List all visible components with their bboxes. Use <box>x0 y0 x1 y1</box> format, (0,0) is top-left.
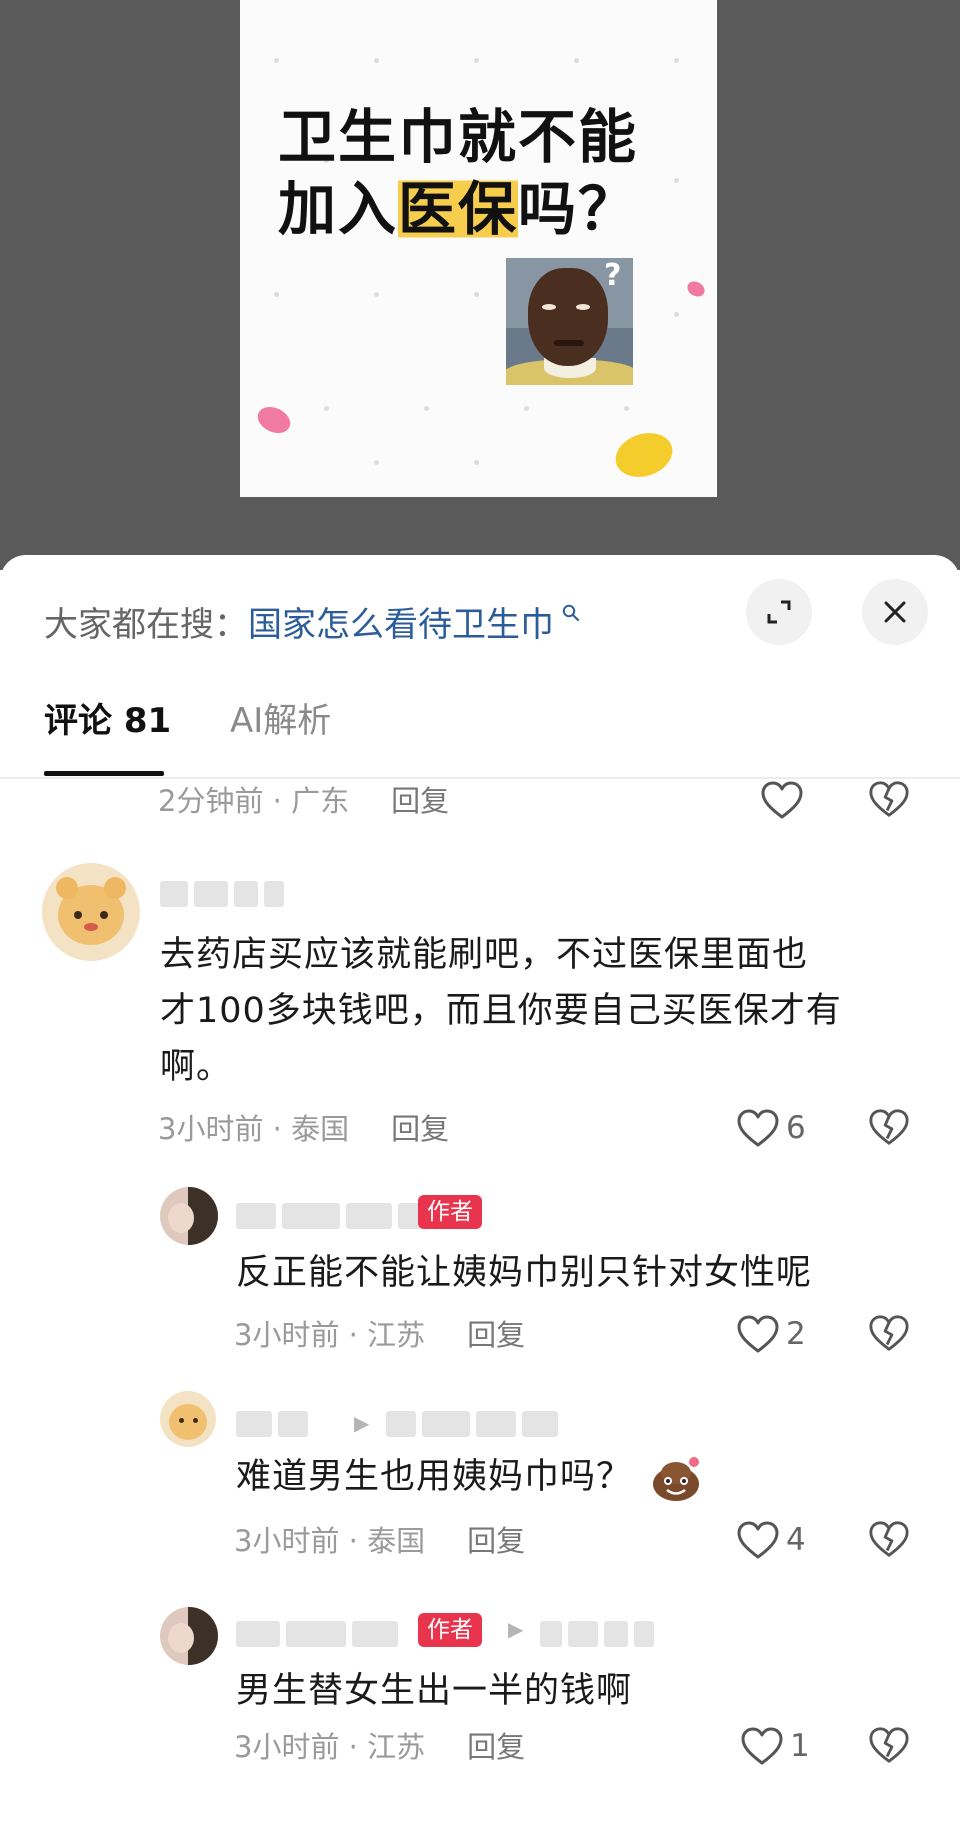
expand-icon <box>767 600 791 624</box>
comment-text: 难道男生也用姨妈巾吗？ <box>236 1449 702 1505</box>
comment-text: 男生替女生出一半的钱啊 <box>236 1671 633 1711</box>
pink-blob-decoration <box>684 278 708 300</box>
like-button[interactable]: 1 <box>740 1723 810 1769</box>
username-blurred[interactable] <box>236 1621 404 1651</box>
comment-meta: 3小时前 · 江苏 回复 <box>234 1730 526 1764</box>
like-count: 1 <box>790 1728 810 1764</box>
yellow-blob-decoration <box>609 426 679 484</box>
comment-line: 啊。 <box>160 1047 233 1087</box>
expand-button[interactable] <box>746 579 812 645</box>
comment-line: 难道男生也用姨妈巾吗？ <box>236 1457 633 1497</box>
like-button[interactable] <box>760 777 804 823</box>
reply-button[interactable]: 回复 <box>391 1112 449 1146</box>
avatar[interactable] <box>160 1391 216 1447</box>
close-icon <box>884 601 906 623</box>
post-title-line-2: 加入医保吗？ <box>278 175 638 243</box>
username-blurred[interactable] <box>540 1621 660 1651</box>
comment-text: 去药店买应该就能刷吧，不过医保里面也 才100多块钱吧，而且你要自己买医保才有 … <box>160 927 842 1095</box>
username-blurred[interactable] <box>160 881 290 911</box>
like-button[interactable]: 2 <box>736 1311 806 1357</box>
comment-location: 江苏 <box>367 1730 426 1764</box>
username-blurred[interactable] <box>236 1203 430 1233</box>
close-button[interactable] <box>862 579 928 645</box>
avatar[interactable] <box>160 1607 218 1665</box>
reply-button[interactable]: 回复 <box>467 1318 525 1352</box>
broken-heart-icon <box>869 1521 909 1557</box>
reply-arrow-icon: ▶ <box>354 1411 370 1435</box>
post-title-text: 加入 <box>278 175 399 243</box>
comment-time: 3小时前 <box>234 1524 340 1558</box>
reply-button[interactable]: 回复 <box>391 784 449 818</box>
divider <box>0 777 960 779</box>
comment-line: 去药店买应该就能刷吧，不过医保里面也 <box>160 935 809 975</box>
comment-time: 3小时前 <box>234 1730 340 1764</box>
dislike-button[interactable] <box>868 1313 910 1353</box>
reply-arrow-icon: ▶ <box>508 1617 524 1641</box>
post-title-highlight: 医保 <box>398 175 519 243</box>
search-icon[interactable] <box>556 603 580 627</box>
tab-comments[interactable]: 评论 81 <box>44 697 171 745</box>
username-blurred[interactable] <box>386 1411 564 1441</box>
like-count: 4 <box>786 1522 806 1558</box>
comment-line: 才100多块钱吧，而且你要自己买医保才有 <box>160 991 842 1031</box>
author-badge: 作者 <box>418 1613 482 1647</box>
tab-ai-analysis[interactable]: AI解析 <box>230 697 331 745</box>
comment-text: 反正能不能让姨妈巾别只针对女性呢 <box>236 1253 813 1293</box>
like-count: 2 <box>786 1316 806 1352</box>
dislike-button[interactable] <box>868 1725 910 1765</box>
heart-icon <box>761 781 803 819</box>
tab-comments-count: 81 <box>123 701 172 741</box>
comment-sheet: 大家都在搜：国家怎么看待卫生巾 评论 81 AI解析 2分钟前 · 广东回复 <box>0 555 960 1825</box>
heart-icon <box>737 1109 779 1147</box>
like-button[interactable]: 6 <box>736 1105 806 1151</box>
broken-heart-icon <box>869 1315 909 1351</box>
comment-time: 2分钟前 <box>158 784 264 818</box>
heart-icon <box>741 1727 783 1765</box>
comment-meta: 2分钟前 · 广东 回复 <box>158 784 450 818</box>
post-image[interactable]: 卫生巾就不能 加入医保吗？ ? <box>240 0 717 497</box>
comment-time: 3小时前 <box>234 1318 340 1352</box>
reply-button[interactable]: 回复 <box>467 1524 525 1558</box>
pink-blob-decoration <box>253 401 295 439</box>
username-blurred[interactable] <box>236 1411 314 1441</box>
broken-heart-icon <box>869 1727 909 1763</box>
heart-icon <box>737 1315 779 1353</box>
comment-location: 广东 <box>291 784 350 818</box>
author-badge: 作者 <box>418 1195 482 1229</box>
question-mark: ? <box>604 258 622 293</box>
trending-search-query[interactable]: 国家怎么看待卫生巾 <box>248 605 554 645</box>
tab-comments-label: 评论 <box>44 701 112 741</box>
meme-photo: ? <box>506 258 633 385</box>
post-title-text-end: 吗？ <box>518 175 639 243</box>
avatar[interactable] <box>160 1187 218 1245</box>
comment-time: 3小时前 <box>158 1112 264 1146</box>
smiling-poop-emoji-icon <box>650 1452 702 1504</box>
comment-location: 江苏 <box>367 1318 426 1352</box>
trending-search[interactable]: 大家都在搜：国家怎么看待卫生巾 <box>44 591 580 645</box>
dislike-button[interactable] <box>868 1107 910 1147</box>
post-title-line-1: 卫生巾就不能 <box>278 103 639 171</box>
avatar[interactable] <box>42 863 140 961</box>
comment-meta: 3小时前 · 江苏 回复 <box>234 1318 526 1352</box>
post-background: 卫生巾就不能 加入医保吗？ ? <box>0 0 960 570</box>
trending-search-prefix: 大家都在搜： <box>44 605 248 645</box>
broken-heart-icon <box>869 781 909 817</box>
active-tab-indicator <box>44 771 164 776</box>
dislike-button[interactable] <box>868 779 910 819</box>
comment-location: 泰国 <box>291 1112 350 1146</box>
comment-meta: 3小时前 · 泰国 回复 <box>158 1112 450 1146</box>
like-button[interactable]: 4 <box>736 1517 806 1563</box>
comment-meta: 3小时前 · 泰国 回复 <box>234 1524 526 1558</box>
heart-icon <box>737 1521 779 1559</box>
like-count: 6 <box>786 1110 806 1146</box>
broken-heart-icon <box>869 1109 909 1145</box>
comment-location: 泰国 <box>367 1524 426 1558</box>
dislike-button[interactable] <box>868 1519 910 1559</box>
reply-button[interactable]: 回复 <box>467 1730 525 1764</box>
